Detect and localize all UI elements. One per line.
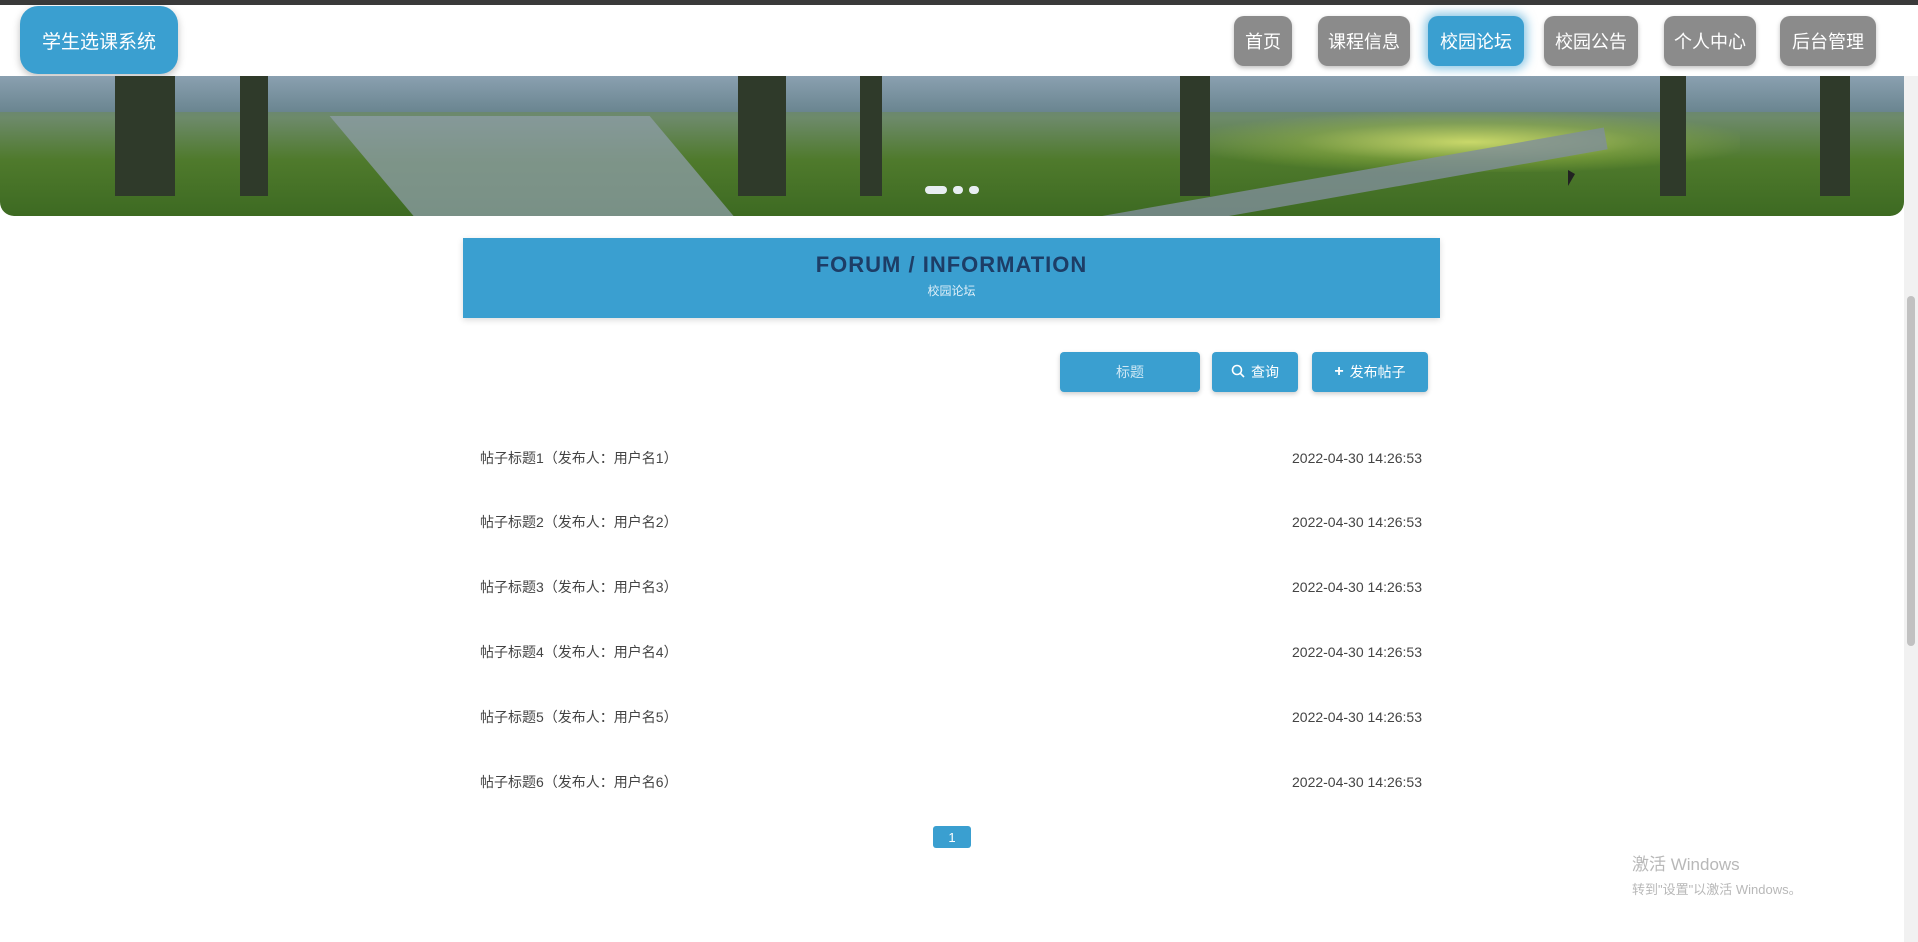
banner-tree (240, 76, 268, 196)
post-title[interactable]: 帖子标题3（发布人：用户名3） (480, 577, 678, 597)
carousel-dot[interactable] (953, 186, 963, 194)
banner-sky (0, 76, 1904, 112)
section-title: FORUM / INFORMATION (815, 252, 1088, 277)
post-title[interactable]: 帖子标题6（发布人：用户名6） (480, 772, 678, 792)
post-time: 2022-04-30 14:26:53 (1292, 579, 1422, 595)
add-post-button-label: 发布帖子 (1349, 364, 1406, 380)
watermark-title: 激活 Windows (1632, 855, 1740, 874)
window-top-bar (0, 0, 1918, 5)
banner-tree (860, 76, 882, 196)
post-row[interactable]: 帖子标题2（发布人：用户名2） 2022-04-30 14:26:53 (480, 510, 1422, 534)
post-row[interactable]: 帖子标题6（发布人：用户名6） 2022-04-30 14:26:53 (480, 770, 1422, 794)
post-row[interactable]: 帖子标题4（发布人：用户名4） 2022-04-30 14:26:53 (480, 640, 1422, 664)
section-subtitle: 校园论坛 (927, 284, 976, 298)
section-heading: FORUM / INFORMATION 校园论坛 (463, 238, 1440, 318)
post-row[interactable]: 帖子标题1（发布人：用户名1） 2022-04-30 14:26:53 (480, 446, 1422, 470)
post-time: 2022-04-30 14:26:53 (1292, 644, 1422, 660)
campus-banner-image[interactable] (0, 76, 1904, 216)
banner-tree (1660, 76, 1686, 196)
scrollbar-thumb[interactable] (1907, 296, 1915, 646)
search-icon (1231, 364, 1245, 381)
nav-item-courses[interactable]: 课程信息 (1318, 16, 1410, 66)
carousel-dot[interactable] (969, 186, 979, 194)
carousel-dot-active[interactable] (925, 186, 947, 194)
post-time: 2022-04-30 14:26:53 (1292, 774, 1422, 790)
banner-path (329, 116, 751, 216)
post-time: 2022-04-30 14:26:53 (1292, 514, 1422, 530)
post-time: 2022-04-30 14:26:53 (1292, 709, 1422, 725)
watermark-subtitle: 转到"设置"以激活 Windows。 (1632, 882, 1802, 897)
main-nav: 首页 课程信息 校园论坛 校园公告 个人中心 后台管理 (0, 16, 1918, 66)
post-time: 2022-04-30 14:26:53 (1292, 450, 1422, 466)
post-row[interactable]: 帖子标题3（发布人：用户名3） 2022-04-30 14:26:53 (480, 575, 1422, 599)
windows-activation-watermark: 激活 Windows 转到"设置"以激活 Windows。 (1632, 850, 1802, 898)
post-title[interactable]: 帖子标题4（发布人：用户名4） (480, 642, 678, 662)
page-scrollbar[interactable] (1904, 76, 1918, 942)
nav-item-profile[interactable]: 个人中心 (1664, 16, 1756, 66)
post-title[interactable]: 帖子标题2（发布人：用户名2） (480, 512, 678, 532)
carousel-indicators (925, 186, 981, 196)
mouse-cursor-icon (1568, 170, 1575, 186)
search-button-label: 查询 (1251, 364, 1279, 380)
nav-item-notice[interactable]: 校园公告 (1544, 16, 1638, 66)
pagination-current-page[interactable]: 1 (933, 826, 971, 848)
search-input[interactable] (1060, 352, 1200, 392)
nav-item-admin[interactable]: 后台管理 (1780, 16, 1876, 66)
post-title[interactable]: 帖子标题1（发布人：用户名1） (480, 448, 678, 468)
post-row[interactable]: 帖子标题5（发布人：用户名5） 2022-04-30 14:26:53 (480, 705, 1422, 729)
banner-tree (1180, 76, 1210, 196)
banner-tree (115, 76, 175, 196)
add-post-button[interactable]: + 发布帖子 (1312, 352, 1428, 392)
nav-item-forum[interactable]: 校园论坛 (1428, 16, 1524, 66)
banner-tree (1820, 76, 1850, 196)
nav-item-home[interactable]: 首页 (1234, 16, 1292, 66)
banner-tree (738, 76, 786, 196)
search-button[interactable]: 查询 (1212, 352, 1298, 392)
plus-icon: + (1334, 363, 1344, 380)
post-title[interactable]: 帖子标题5（发布人：用户名5） (480, 707, 678, 727)
